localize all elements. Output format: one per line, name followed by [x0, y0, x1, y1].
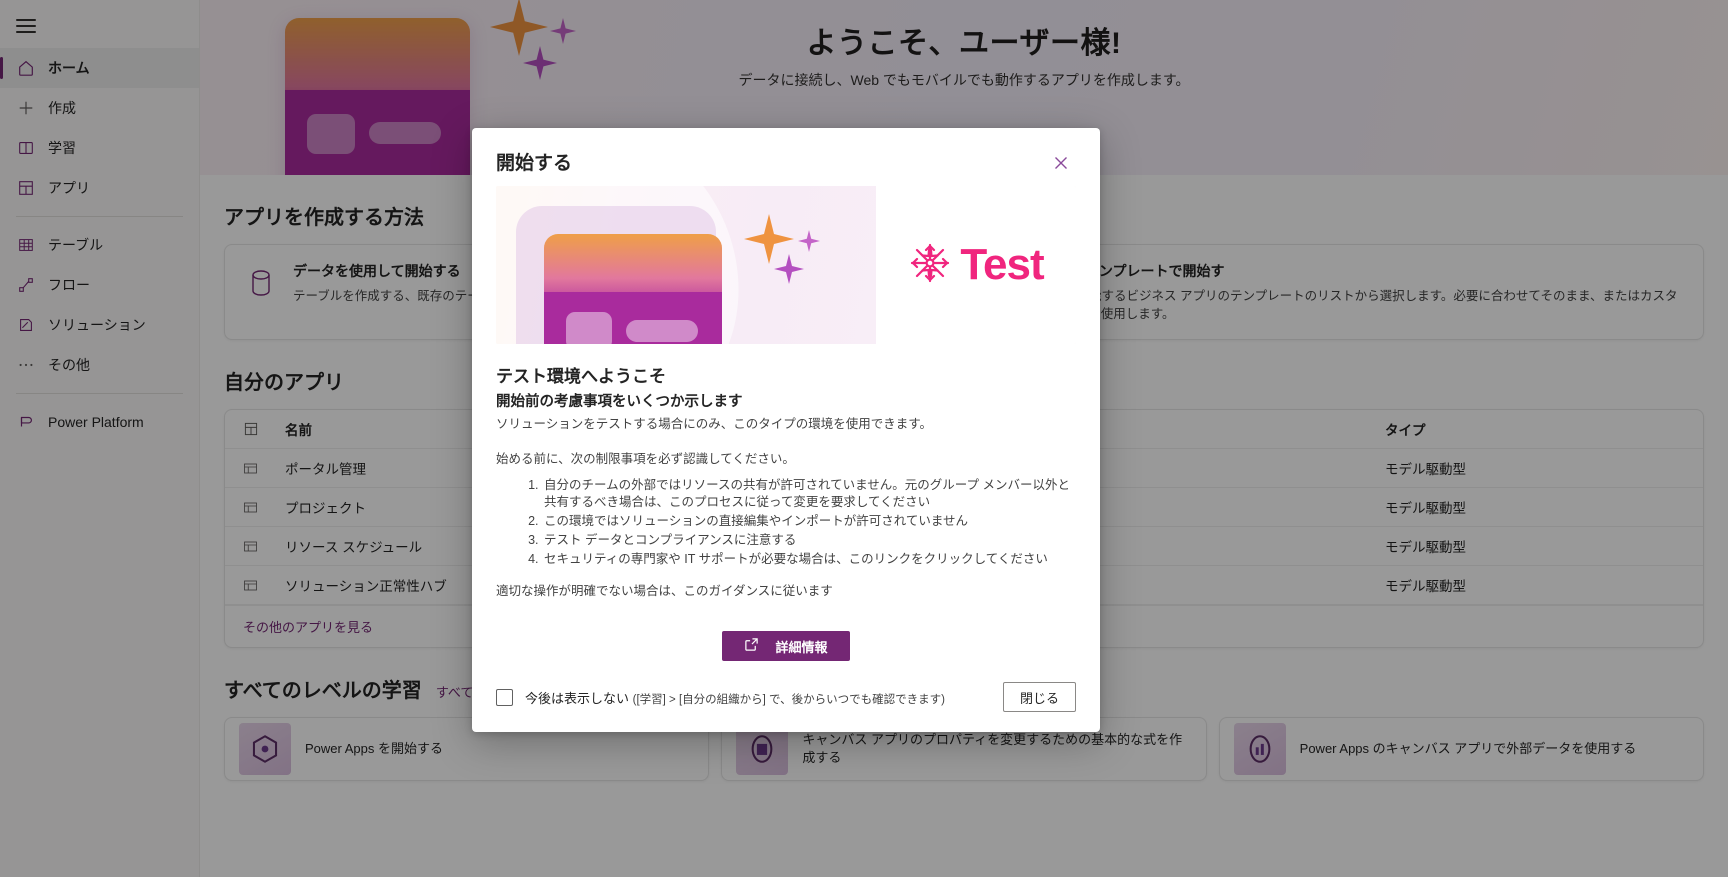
dialog-title: 開始する	[496, 153, 573, 174]
sparkle-icon-small	[798, 230, 820, 252]
snowflake-icon	[908, 241, 952, 290]
list-item: 自分のチームの外部ではリソースの共有が許可されていません。元のグループ メンバー…	[542, 477, 1076, 513]
dont-show-again-label: 今後は表示しない ([学習] > [自分の組織から] で、後からいつでも確認でき…	[525, 688, 945, 707]
dialog-body: Test テスト環境へようこそ 開始前の考慮事項をいくつか示します ソリューショ…	[472, 186, 1100, 670]
dialog-heading: テスト環境へようこそ	[496, 367, 666, 386]
modal-layer: 開始する Test テスト環境へようこそ 開始前の考慮事項をいくつか示します ソ…	[0, 0, 1728, 877]
dialog-footer: 今後は表示しない ([学習] > [自分の組織から] で、後からいつでも確認でき…	[472, 670, 1100, 732]
dialog-intro-text: ソリューションをテストする場合にのみ、このタイプの環境を使用できます。	[496, 417, 933, 431]
dont-show-again-row[interactable]: 今後は表示しない ([学習] > [自分の組織から] で、後からいつでも確認でき…	[496, 688, 945, 707]
learn-more-button[interactable]: 詳細情報	[722, 631, 850, 662]
dialog-before-start-text: 始める前に、次の制限事項を必ず認識してください。	[496, 451, 795, 466]
dont-show-again-checkbox[interactable]	[496, 688, 513, 706]
close-icon[interactable]	[1046, 148, 1076, 178]
close-dialog-button[interactable]: 閉じる	[1002, 682, 1076, 712]
external-link-icon	[744, 637, 759, 655]
dialog-subheading: 開始前の考慮事項をいくつか示します	[496, 394, 743, 410]
test-logo-text: Test	[960, 240, 1044, 289]
dont-show-again-hint: ([学習] > [自分の組織から] で、後からいつでも確認できます)	[632, 693, 945, 706]
list-item: この環境ではソリューションの直接編集やインポートが許可されていません	[542, 513, 1076, 531]
dialog-closing-text: 適切な操作が明確でない場合は、このガイダンスに従います	[496, 584, 833, 599]
banner-app-card-graphic	[544, 234, 722, 344]
screen-root: ホーム 作成 学習 アプリ テーブル フロー ソリューション その他 Power…	[0, 0, 1728, 877]
list-item: セキュリティの専門家や IT サポートが必要な場合は、このリンクをクリックしてく…	[542, 551, 1076, 569]
limitations-list: 自分のチームの外部ではリソースの共有が許可されていません。元のグループ メンバー…	[542, 477, 1076, 569]
dialog-header: 開始する	[472, 128, 1100, 186]
get-started-dialog: 開始する Test テスト環境へようこそ 開始前の考慮事項をいくつか示します ソ…	[472, 128, 1100, 732]
dont-show-again-text: 今後は表示しない	[525, 690, 630, 706]
list-item: テスト データとコンプライアンスに注意する	[542, 532, 1076, 550]
learn-more-row: 詳細情報	[496, 631, 1076, 662]
learn-more-button-label: 詳細情報	[775, 639, 828, 655]
dialog-banner-image: Test	[496, 186, 1076, 344]
sparkle-icon-medium	[774, 254, 804, 284]
test-logo: Test	[876, 186, 1076, 344]
